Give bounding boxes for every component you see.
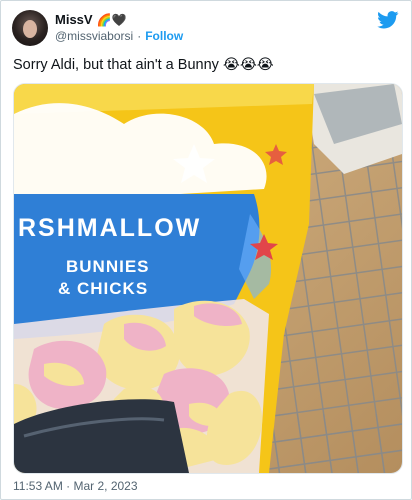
display-name-emoji: 🌈🖤 — [96, 12, 127, 27]
display-name[interactable]: MissV — [55, 12, 93, 27]
tweet-timestamp[interactable]: 11:53 AM · Mar 2, 2023 — [13, 479, 138, 493]
tweet-text: Sorry Aldi, but that ain't a Bunny 😭😭😭 — [13, 57, 274, 73]
avatar[interactable] — [12, 10, 48, 46]
marshmallow-bag-photo: RSHMALLOW BUNNIES & CHICKS — [14, 84, 402, 473]
separator: · — [137, 29, 142, 43]
follow-button[interactable]: Follow — [145, 29, 183, 43]
bag-brand-text: RSHMALLOW — [18, 214, 201, 242]
twitter-bird-icon[interactable] — [377, 11, 399, 29]
avatar-face — [23, 20, 37, 38]
handle-row: @missviaborsi · Follow — [55, 29, 183, 43]
user-handle[interactable]: @missviaborsi — [55, 29, 133, 43]
bag-line-1: BUNNIES — [66, 257, 150, 276]
name-row: MissV 🌈🖤 — [55, 12, 126, 27]
tweet-photo[interactable]: RSHMALLOW BUNNIES & CHICKS — [13, 83, 403, 474]
tweet-card: MissV 🌈🖤 @missviaborsi · Follow Sorry Al… — [0, 0, 412, 500]
bag-line-2: & CHICKS — [58, 279, 148, 298]
